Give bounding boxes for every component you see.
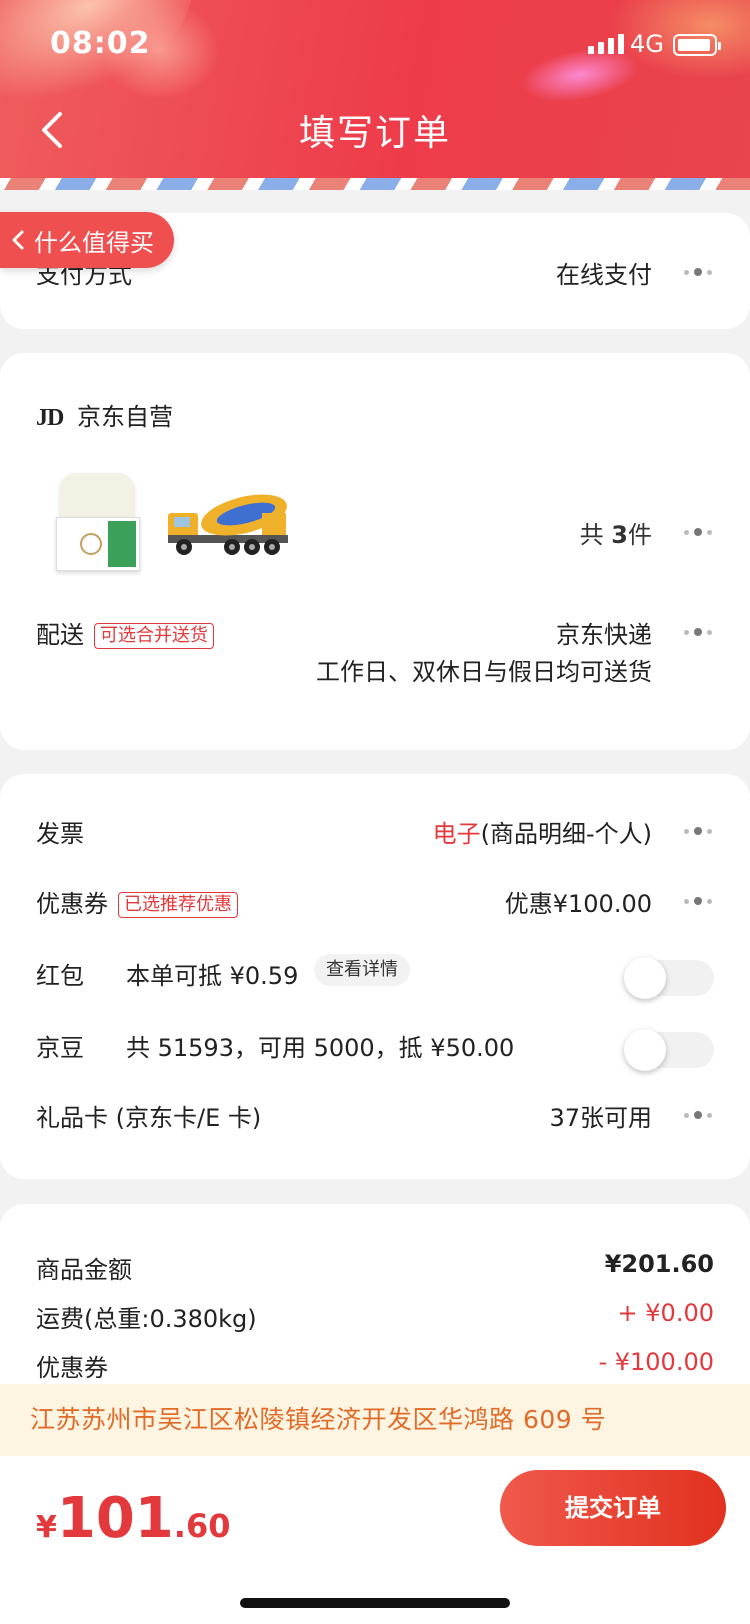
signal-icon: [588, 34, 624, 54]
home-indicator: [240, 1598, 510, 1608]
giftcard-label: 礼品卡 (京东卡/E 卡): [36, 1104, 262, 1132]
redpacket-detail-button[interactable]: 查看详情: [314, 954, 410, 986]
coupon-summary-value: - ¥100.00: [598, 1348, 714, 1376]
invoice-label: 发票: [36, 820, 84, 848]
delivery-time: 工作日、双休日与假日均可送货: [316, 658, 652, 686]
merge-delivery-tag: 可选合并送货: [94, 623, 214, 649]
total-price: ¥101.60: [36, 1486, 230, 1551]
coupon-row-label: 优惠券 已选推荐优惠: [36, 884, 238, 919]
more-icon[interactable]: [684, 528, 712, 536]
cement-truck-toy-image[interactable]: [166, 491, 294, 561]
more-icon[interactable]: [684, 827, 712, 835]
goods-amount-value: ¥201.60: [604, 1250, 714, 1278]
more-icon[interactable]: [684, 1111, 712, 1119]
total-int: 101: [56, 1486, 174, 1551]
jd-logo: JD: [36, 405, 64, 431]
delivery-label: 配送: [36, 621, 84, 649]
shop-name: 京东自营: [76, 403, 173, 431]
giftcard-value[interactable]: 37张可用: [549, 1098, 652, 1133]
more-icon[interactable]: [684, 897, 712, 905]
invoice-value[interactable]: 电子(商品明细-个人): [433, 814, 652, 849]
jingdou-text: 共 51593，可用 5000，抵 ¥50.00: [126, 1034, 515, 1062]
shipping-value: + ¥0.00: [617, 1299, 714, 1327]
item-count-prefix: 共: [579, 521, 604, 549]
shop-header: JD 京东自营: [36, 397, 173, 432]
options-card: 发票 电子(商品明细-个人) 优惠券 已选推荐优惠 优惠¥100.00 红包 本单…: [0, 774, 750, 1179]
coupon-summary-label: 优惠券: [36, 1354, 108, 1382]
invoice-detail: (商品明细-个人): [480, 820, 652, 848]
shop-card: JD 京东自营 共 3件 配送 可选合并送货 京东快递 工作日、双休日与假日均可送…: [0, 353, 750, 750]
coupon-tag: 已选推荐优惠: [118, 892, 238, 918]
battery-icon: [673, 34, 721, 56]
network-label: 4G: [630, 30, 664, 58]
shipping-label: 运费(总重:0.380kg): [36, 1305, 257, 1333]
address-bar[interactable]: 江苏苏州市吴江区松陵镇经济开发区华鸿路 609 号: [0, 1384, 750, 1456]
item-count-number: 3: [611, 521, 628, 549]
delivery-method[interactable]: 京东快递: [556, 615, 652, 650]
total-dec: .60: [173, 1507, 231, 1545]
delivery-label-row: 配送 可选合并送货: [36, 615, 214, 650]
payment-value: 在线支付: [556, 261, 652, 289]
smzdm-back-button[interactable]: 什么值得买: [0, 212, 174, 268]
status-time: 08:02: [50, 26, 151, 61]
redpacket-toggle[interactable]: [624, 957, 714, 999]
jingdou-label: 京豆: [36, 1034, 84, 1062]
invoice-type: 电子: [432, 820, 481, 848]
redpacket-text: 本单可抵 ¥0.59: [126, 962, 299, 990]
more-icon[interactable]: [684, 628, 712, 636]
coupon-label: 优惠券: [36, 890, 108, 918]
item-count[interactable]: 共 3件: [580, 515, 652, 550]
page-title: 填写订单: [298, 113, 451, 154]
soap-product-image[interactable]: [52, 473, 142, 571]
redpacket-label: 红包: [36, 962, 84, 990]
header: 08:02 4G 填写订单: [0, 0, 750, 178]
smzdm-back-label: 什么值得买: [34, 228, 154, 257]
submit-order-button[interactable]: 提交订单: [500, 1470, 726, 1546]
airmail-stripe: [0, 178, 750, 190]
total-currency: ¥: [36, 1510, 57, 1545]
more-icon[interactable]: [684, 268, 712, 276]
item-count-suffix: 件: [628, 521, 652, 549]
goods-amount-label: 商品金额: [36, 1256, 132, 1284]
jingdou-toggle[interactable]: [624, 1029, 714, 1071]
coupon-value[interactable]: 优惠¥100.00: [505, 884, 652, 919]
chevron-left-icon: [12, 230, 24, 250]
